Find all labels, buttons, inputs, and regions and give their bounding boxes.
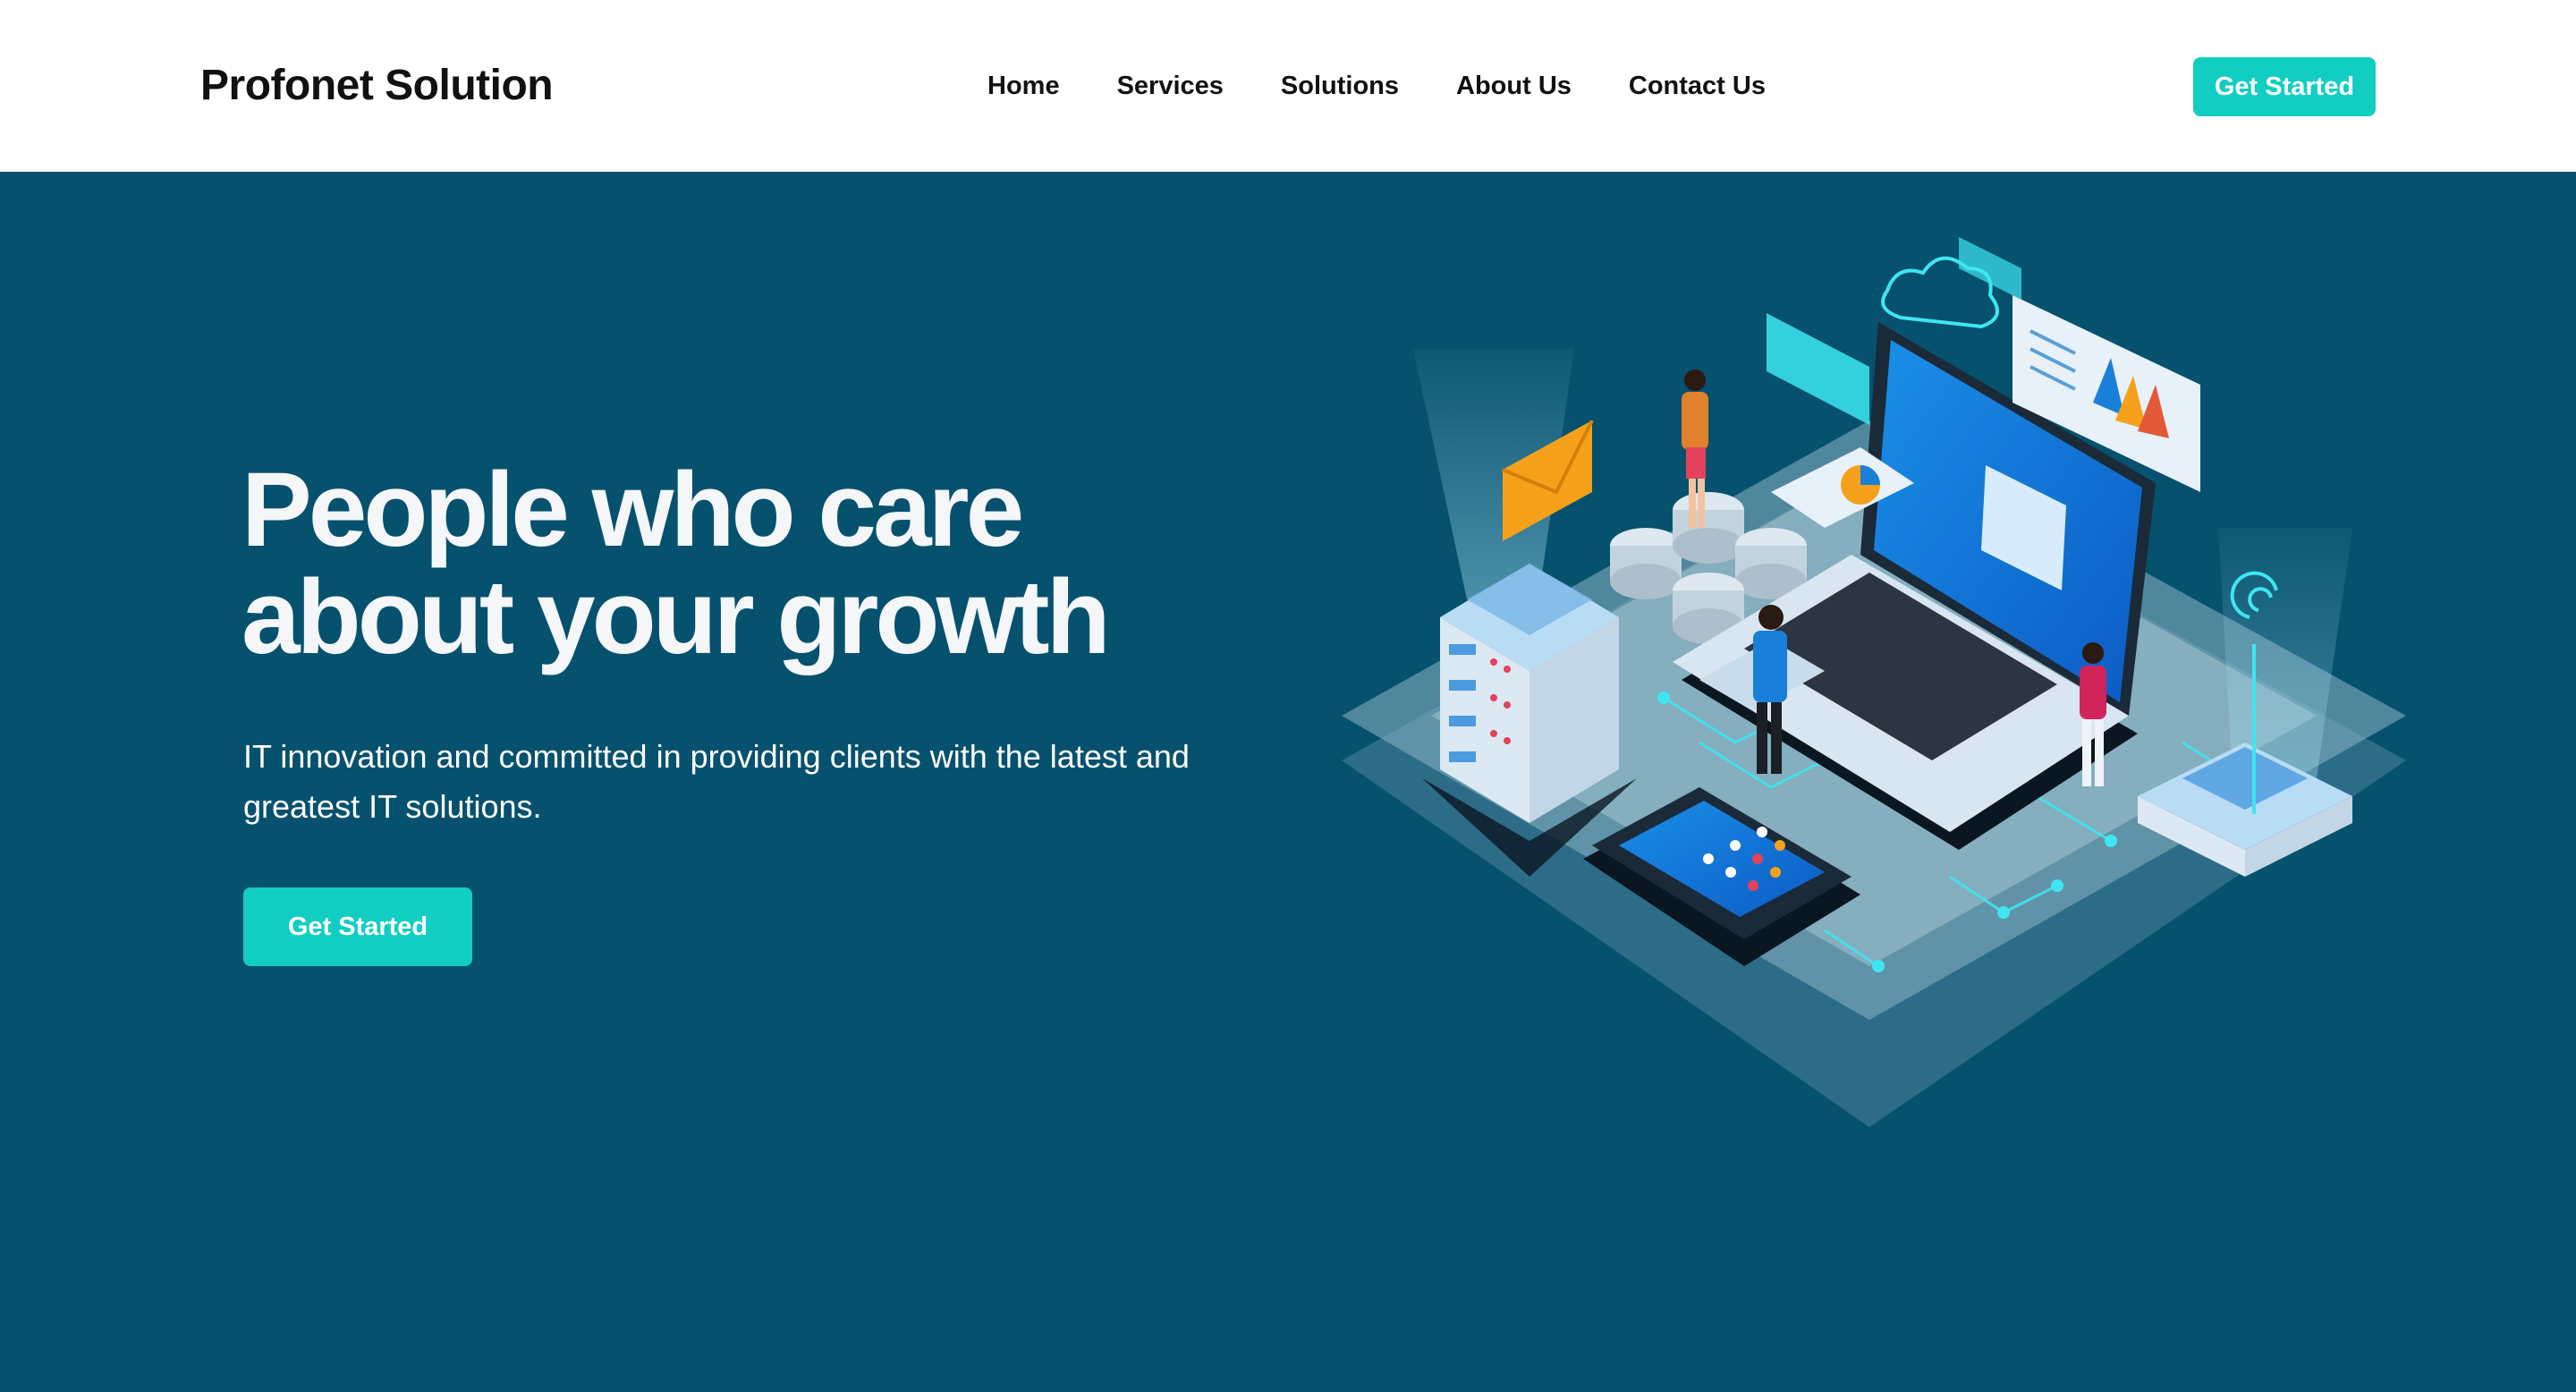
floating-panel [1767, 313, 1869, 425]
navbar: Profonet Solution Home Services Solution… [0, 0, 2576, 172]
nav-about-us[interactable]: About Us [1456, 72, 1572, 101]
main-nav: Home Services Solutions About Us Contact… [987, 72, 1766, 101]
nav-contact-us[interactable]: Contact Us [1629, 72, 1766, 101]
hero-title: People who care about your growth [242, 456, 1270, 671]
hero-get-started-button[interactable]: Get Started [243, 887, 472, 966]
isometric-it-illustration [1342, 237, 2406, 1127]
nav-solutions[interactable]: Solutions [1281, 72, 1399, 101]
nav-home[interactable]: Home [987, 72, 1060, 101]
hero-subtitle: IT innovation and committed in providing… [243, 738, 1190, 825]
header-get-started-button[interactable]: Get Started [2193, 57, 2376, 116]
brand-logo[interactable]: Profonet Solution [200, 61, 554, 110]
nav-services[interactable]: Services [1117, 72, 1224, 101]
hero-title-line-2: about your growth [242, 558, 1111, 676]
hero-title-line-1: People who care [242, 451, 1024, 569]
